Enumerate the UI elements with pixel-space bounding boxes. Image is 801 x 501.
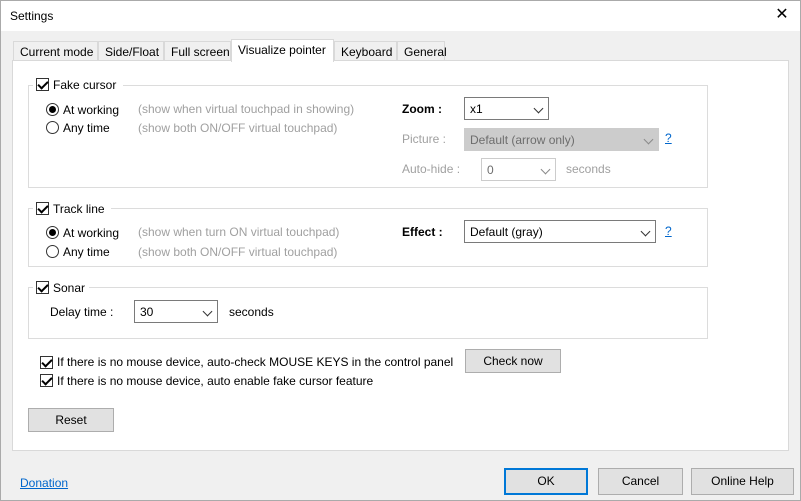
zoom-select[interactable]: x1 xyxy=(464,97,549,120)
mouse-keys-label[interactable]: If there is no mouse device, auto-check … xyxy=(57,355,453,369)
fake-cursor-any-time-label[interactable]: Any time xyxy=(63,121,110,135)
tab-keyboard[interactable]: Keyboard xyxy=(334,41,397,61)
picture-select[interactable]: Default (arrow only) xyxy=(464,128,659,151)
close-icon[interactable]: ✕ xyxy=(774,6,790,24)
title-bar: Settings ✕ xyxy=(1,1,800,31)
chevron-down-icon xyxy=(202,306,213,317)
track-line-any-time-label[interactable]: Any time xyxy=(63,245,110,259)
window-title: Settings xyxy=(10,9,54,23)
delay-time-value: 30 xyxy=(140,305,154,319)
auto-hide-select[interactable]: 0 xyxy=(481,158,556,181)
delay-time-label: Delay time : xyxy=(50,305,114,319)
track-line-at-working-radio[interactable] xyxy=(46,226,59,239)
sonar-checkbox[interactable] xyxy=(36,281,49,294)
auto-hide-value: 0 xyxy=(487,163,494,177)
chevron-down-icon xyxy=(640,226,651,237)
track-line-checkbox[interactable] xyxy=(36,202,49,215)
delay-time-unit: seconds xyxy=(229,305,274,319)
tab-side-float[interactable]: Side/Float xyxy=(98,41,164,61)
cancel-button[interactable]: Cancel xyxy=(598,468,683,495)
fake-cursor-auto-checkbox[interactable] xyxy=(40,374,53,387)
tab-full-screen[interactable]: Full screen xyxy=(164,41,231,61)
check-now-button[interactable]: Check now xyxy=(465,349,561,373)
track-line-any-time-radio[interactable] xyxy=(46,245,59,258)
ok-button[interactable]: OK xyxy=(504,468,588,495)
fake-cursor-checkbox[interactable] xyxy=(36,78,49,91)
sonar-label[interactable]: Sonar xyxy=(53,281,85,295)
sonar-group xyxy=(28,287,708,339)
fake-cursor-any-time-hint: (show both ON/OFF virtual touchpad) xyxy=(138,121,338,135)
tab-general[interactable]: General xyxy=(397,41,447,61)
track-line-label[interactable]: Track line xyxy=(53,202,105,216)
fake-cursor-auto-label[interactable]: If there is no mouse device, auto enable… xyxy=(57,374,373,388)
fake-cursor-label[interactable]: Fake cursor xyxy=(53,78,116,92)
effect-value: Default (gray) xyxy=(470,225,543,239)
chevron-down-icon xyxy=(540,164,551,175)
effect-label: Effect : xyxy=(402,225,443,239)
fake-cursor-at-working-radio[interactable] xyxy=(46,103,59,116)
track-line-any-time-hint: (show both ON/OFF virtual touchpad) xyxy=(138,245,338,259)
fake-cursor-at-working-hint: (show when virtual touchpad in showing) xyxy=(138,102,355,116)
track-line-at-working-hint: (show when turn ON virtual touchpad) xyxy=(138,225,340,239)
zoom-value: x1 xyxy=(470,102,483,116)
fake-cursor-any-time-radio[interactable] xyxy=(46,121,59,134)
tab-visualize-pointer[interactable]: Visualize pointer xyxy=(231,39,334,62)
auto-hide-label: Auto-hide : xyxy=(402,162,461,176)
reset-button[interactable]: Reset xyxy=(28,408,114,432)
picture-label: Picture : xyxy=(402,132,447,146)
mouse-keys-checkbox[interactable] xyxy=(40,356,53,369)
online-help-button[interactable]: Online Help xyxy=(691,468,794,495)
donation-link[interactable]: Donation xyxy=(20,476,68,490)
zoom-label: Zoom : xyxy=(402,102,442,116)
auto-hide-unit: seconds xyxy=(566,162,611,176)
track-line-at-working-label[interactable]: At working xyxy=(63,226,119,240)
chevron-down-icon xyxy=(533,103,544,114)
picture-help-link[interactable]: ? xyxy=(665,131,672,145)
chevron-down-icon xyxy=(643,134,654,145)
effect-select[interactable]: Default (gray) xyxy=(464,220,656,243)
picture-value: Default (arrow only) xyxy=(470,133,575,147)
settings-window: Settings ✕ Current mode Side/Float Full … xyxy=(0,0,801,501)
effect-help-link[interactable]: ? xyxy=(665,224,672,238)
fake-cursor-at-working-label[interactable]: At working xyxy=(63,103,119,117)
delay-time-select[interactable]: 30 xyxy=(134,300,218,323)
tab-current-mode[interactable]: Current mode xyxy=(13,41,98,61)
